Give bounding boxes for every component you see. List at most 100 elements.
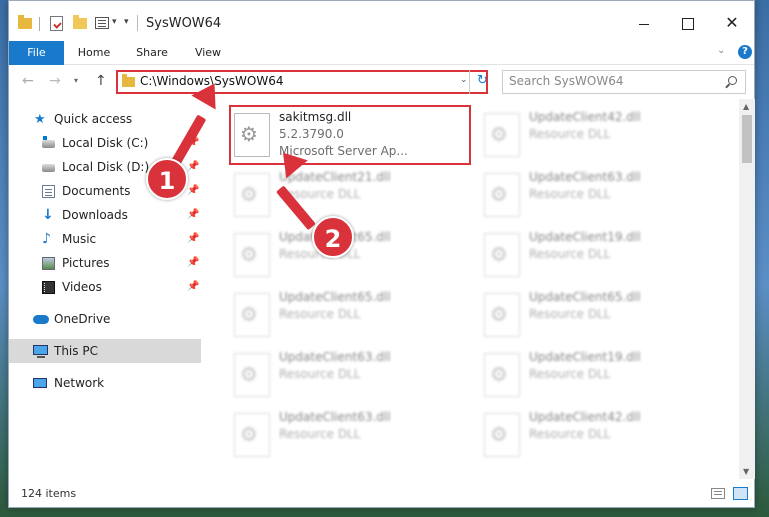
dll-file-icon <box>234 353 270 397</box>
file-type: Resource DLL <box>279 427 361 441</box>
sidebar-item-downloads[interactable]: ↓ Downloads 📌 <box>9 203 201 227</box>
new-folder-icon[interactable] <box>73 15 87 29</box>
file-type: Resource DLL <box>279 307 361 321</box>
file-name: UpdateClient42.dll <box>529 410 641 424</box>
recent-locations-icon[interactable]: ▾ <box>74 76 78 85</box>
list-item[interactable]: UpdateClient63.dll Resource DLL <box>481 166 711 224</box>
list-item[interactable]: UpdateClient42.dll Resource DLL <box>481 406 711 464</box>
list-item[interactable]: UpdateClient65.dll Resource DLL <box>481 286 711 344</box>
drive-icon <box>42 164 55 172</box>
sidebar-item-videos[interactable]: Videos 📌 <box>9 275 201 299</box>
file-type: Resource DLL <box>529 367 611 381</box>
list-item[interactable]: UpdateClient42.dll Resource DLL <box>481 106 711 164</box>
title-separator <box>137 15 138 31</box>
documents-icon <box>42 185 55 198</box>
dll-file-icon <box>234 293 270 337</box>
refresh-icon[interactable]: ↻ <box>469 70 495 94</box>
list-item[interactable]: UpdateClient19.dll Resource DLL <box>481 226 711 284</box>
file-name: UpdateClient63.dll <box>279 350 391 364</box>
ribbon: File Home Share View ⌄ ? <box>9 41 754 65</box>
window-title: SysWOW64 <box>146 16 222 31</box>
dll-file-icon <box>234 413 270 457</box>
close-button[interactable]: ✕ <box>717 11 747 35</box>
customize-toolbar-icon[interactable]: ▾ <box>124 17 129 35</box>
vertical-scrollbar[interactable]: ▲ ▼ <box>739 99 755 479</box>
file-name: UpdateClient63.dll <box>529 170 641 184</box>
dll-file-icon <box>234 173 270 217</box>
step-badge-2: 2 <box>312 216 354 258</box>
file-type: Resource DLL <box>279 367 361 381</box>
file-name: UpdateClient19.dll <box>529 350 641 364</box>
dll-file-icon <box>234 233 270 277</box>
file-name: UpdateClient42.dll <box>529 110 641 124</box>
tab-share[interactable]: Share <box>127 41 177 65</box>
tab-view[interactable]: View <box>185 41 231 65</box>
scroll-thumb[interactable] <box>742 115 752 163</box>
list-item[interactable]: UpdateClient63.dll Resource DLL <box>231 406 461 464</box>
file-type: Resource DLL <box>529 187 611 201</box>
file-type: Resource DLL <box>529 127 611 141</box>
pin-icon[interactable]: 📌 <box>187 203 199 227</box>
sidebar-item-this-pc[interactable]: This PC <box>9 339 201 363</box>
properties-icon[interactable] <box>50 16 63 31</box>
minimize-button[interactable] <box>629 11 659 35</box>
list-item[interactable]: UpdateClient63.dll Resource DLL <box>231 346 461 404</box>
dll-file-icon <box>484 293 520 337</box>
pin-icon[interactable]: 📌 <box>187 275 199 299</box>
address-folder-icon <box>122 74 135 87</box>
drive-icon <box>42 136 55 148</box>
large-icons-view-icon[interactable] <box>733 487 748 500</box>
address-bar[interactable]: C:\Windows\SysWOW64 ⌄ <box>116 70 488 94</box>
scroll-down-icon[interactable]: ▼ <box>743 467 749 476</box>
sidebar-item-pictures[interactable]: Pictures 📌 <box>9 251 201 275</box>
download-arrow-icon: ↓ <box>42 207 54 223</box>
item-count: 124 items <box>21 487 77 500</box>
file-type: Resource DLL <box>529 427 611 441</box>
sidebar-item-network[interactable]: Network <box>9 371 201 395</box>
maximize-button[interactable] <box>672 11 702 35</box>
expand-ribbon-icon[interactable]: ⌄ <box>717 45 725 56</box>
computer-icon <box>33 345 48 358</box>
dll-file-icon <box>484 353 520 397</box>
dll-file-icon <box>484 113 520 157</box>
tab-file[interactable]: File <box>9 41 64 65</box>
scroll-up-icon[interactable]: ▲ <box>743 102 749 111</box>
cloud-icon <box>33 315 49 324</box>
dll-file-icon <box>484 173 520 217</box>
list-item[interactable]: UpdateClient21.dll Resource DLL <box>231 166 461 224</box>
sidebar-item-quick-access[interactable]: ★ Quick access <box>9 107 201 131</box>
pin-icon[interactable]: 📌 <box>187 179 199 203</box>
address-dropdown-icon[interactable]: ⌄ <box>460 75 468 85</box>
pin-icon[interactable]: 📌 <box>187 155 199 179</box>
explorer-window: ▾ ▾ SysWOW64 ✕ File Home Share View ⌄ ? … <box>8 0 755 508</box>
sidebar-item-onedrive[interactable]: OneDrive <box>9 307 201 331</box>
forward-arrow-icon[interactable]: → <box>49 73 61 89</box>
view-options-icon[interactable] <box>95 17 109 29</box>
file-name: UpdateClient65.dll <box>529 290 641 304</box>
search-input[interactable] <box>509 74 709 88</box>
star-icon: ★ <box>34 112 46 127</box>
up-arrow-icon[interactable]: ↑ <box>95 73 107 89</box>
list-item[interactable]: UpdateClient65.dll Resource DLL <box>231 286 461 344</box>
file-name: UpdateClient21.dll <box>279 170 391 184</box>
details-view-icon[interactable] <box>711 488 725 499</box>
folder-icon <box>18 15 32 29</box>
pin-icon[interactable]: 📌 <box>187 227 199 251</box>
list-item[interactable]: UpdateClient19.dll Resource DLL <box>481 346 711 404</box>
dll-file-icon <box>484 413 520 457</box>
highlight-box <box>229 105 471 165</box>
help-icon[interactable]: ? <box>738 45 752 59</box>
pin-icon[interactable]: 📌 <box>187 251 199 275</box>
back-arrow-icon[interactable]: ← <box>22 73 34 89</box>
file-name: UpdateClient65.dll <box>279 290 391 304</box>
search-box[interactable] <box>502 70 746 94</box>
chevron-down-icon[interactable]: ▾ <box>112 17 117 35</box>
film-icon <box>42 281 55 294</box>
sidebar-item-music[interactable]: ♪ Music 📌 <box>9 227 201 251</box>
sidebar-item-local-disk-c[interactable]: Local Disk (C:) 📌 <box>9 131 201 155</box>
network-icon <box>33 378 47 388</box>
search-icon[interactable] <box>728 76 737 85</box>
step-badge-1: 1 <box>146 158 188 200</box>
file-name: UpdateClient19.dll <box>529 230 641 244</box>
tab-home[interactable]: Home <box>71 41 117 65</box>
